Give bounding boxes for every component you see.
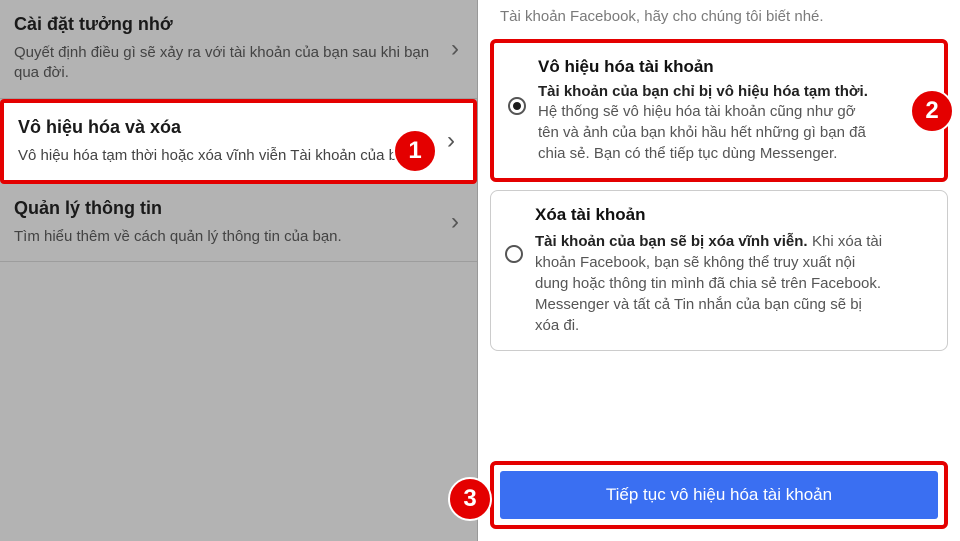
option-title: Vô hiệu hóa tài khoản [538,57,880,77]
option-delete-account[interactable]: Xóa tài khoản Tài khoản của bạn sẽ bị xó… [490,190,948,351]
step-badge-3: 3 [448,477,492,521]
menu-item-deactivate-delete[interactable]: Vô hiệu hóa và xóa Vô hiệu hóa tạm thời … [0,99,477,184]
chevron-right-icon: › [447,127,455,155]
menu-item-desc: Quyết định điều gì sẽ xảy ra với tài kho… [14,43,443,84]
menu-item-title: Quản lý thông tin [14,198,443,219]
option-title: Xóa tài khoản [535,205,883,225]
menu-item-title: Vô hiệu hóa và xóa [18,117,439,138]
option-lead: Tài khoản của bạn chỉ bị vô hiệu hóa tạm… [538,83,868,100]
option-deactivate-account[interactable]: Vô hiệu hóa tài khoản Tài khoản của bạn … [490,39,948,182]
step-badge-2: 2 [910,89,954,133]
menu-item-manage-info[interactable]: Quản lý thông tin Tìm hiểu thêm về cách … [0,184,477,262]
menu-item-title: Cài đặt tưởng nhớ [14,14,443,35]
continue-button-highlight: Tiếp tục vô hiệu hóa tài khoản [490,461,948,529]
radio-unselected-icon[interactable] [505,245,523,263]
chevron-right-icon: › [451,208,459,236]
option-lead: Tài khoản của bạn sẽ bị xóa vĩnh viễn. [535,233,808,250]
chevron-right-icon: › [451,35,459,63]
menu-item-desc: Tìm hiểu thêm về cách quản lý thông tin … [14,227,443,247]
option-body: Hệ thống sẽ vô hiệu hóa tài khoản cũng n… [538,103,866,162]
continue-deactivate-button[interactable]: Tiếp tục vô hiệu hóa tài khoản [500,471,938,519]
settings-list-panel: Cài đặt tưởng nhớ Quyết định điều gì sẽ … [0,0,478,541]
step-badge-1: 1 [393,129,437,173]
intro-text: Tài khoản Facebook, hãy cho chúng tôi bi… [478,0,960,31]
menu-item-memorial[interactable]: Cài đặt tưởng nhớ Quyết định điều gì sẽ … [0,0,477,99]
menu-item-desc: Vô hiệu hóa tạm thời hoặc xóa vĩnh viễn … [18,146,439,166]
deactivate-delete-panel: Tài khoản Facebook, hãy cho chúng tôi bi… [478,0,960,541]
radio-selected-icon[interactable] [508,97,526,115]
